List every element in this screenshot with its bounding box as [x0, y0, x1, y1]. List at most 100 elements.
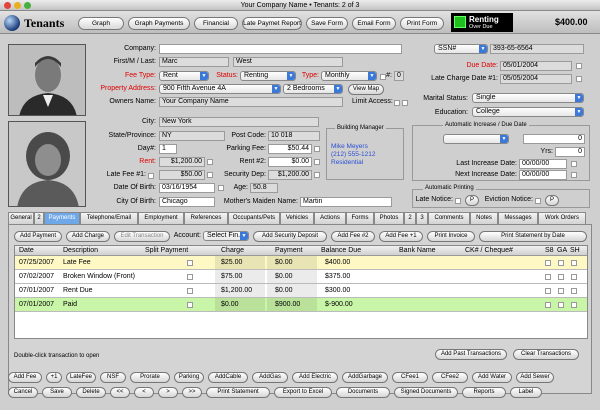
- col-balance-due[interactable]: Balance Due: [321, 247, 361, 254]
- col-cheque[interactable]: CK# / Cheque#: [465, 247, 513, 254]
- city-field[interactable]: New York: [159, 117, 319, 127]
- dob-field[interactable]: 03/16/1954: [159, 183, 215, 193]
- table-row[interactable]: 07/25/2007 Late Fee $25.00 $0.00 $400.00: [15, 256, 587, 270]
- view-map-button[interactable]: View Map: [348, 84, 384, 95]
- limit-access-checkbox[interactable]: [394, 100, 400, 106]
- add-payment-button[interactable]: Add Payment: [14, 231, 62, 242]
- city-of-birth-field[interactable]: Chicago: [159, 197, 215, 207]
- clear-transactions-button[interactable]: Clear Transactions: [513, 349, 579, 360]
- first-name-field[interactable]: Marc: [159, 57, 229, 67]
- rent-checkbox[interactable]: [207, 159, 213, 165]
- tab-forms[interactable]: Forms: [346, 212, 374, 224]
- split-payment-checkbox[interactable]: [187, 288, 193, 294]
- tenant-photo-male[interactable]: [8, 44, 86, 116]
- property-select[interactable]: 900 Fifth Avenue 4A ▼: [159, 84, 281, 94]
- type-select[interactable]: Monthly ▼: [321, 71, 377, 81]
- add-fee2-button[interactable]: Add Fee #2: [331, 231, 375, 242]
- security-dep-checkbox[interactable]: [314, 172, 320, 178]
- split-payment-checkbox[interactable]: [187, 302, 193, 308]
- tenant-photo-female[interactable]: [8, 121, 86, 207]
- tab-photos[interactable]: Photos: [374, 212, 404, 224]
- print-statement-button[interactable]: Print Statement: [206, 387, 270, 398]
- cfee1-button[interactable]: CFee1: [392, 372, 428, 383]
- tab-photos-3[interactable]: 3: [416, 212, 428, 224]
- next-increase-field[interactable]: 00/00/00: [519, 170, 567, 180]
- cancel-button[interactable]: Cancel: [8, 387, 38, 398]
- -button[interactable]: <: [134, 387, 154, 398]
- add-electric-button[interactable]: Add Electric: [292, 372, 338, 383]
- company-field[interactable]: [159, 44, 402, 54]
- export-to-excel-button[interactable]: Export to Excel: [274, 387, 332, 398]
- print-form-button[interactable]: Print Form: [400, 17, 444, 30]
- s8-checkbox[interactable]: [545, 288, 551, 294]
- num-field[interactable]: 0: [394, 71, 404, 81]
- parking-button[interactable]: Parking: [174, 372, 204, 383]
- graph-payments-button[interactable]: Graph Payments: [128, 17, 190, 30]
- table-row[interactable]: 07/01/2007 Paid $0.00 $900.00 $-900.00: [15, 298, 587, 312]
- limit-access-checkbox-2[interactable]: [402, 100, 408, 106]
- late-charge-field[interactable]: 05/05/2004: [500, 74, 572, 84]
- status-select[interactable]: Renting ▼: [240, 71, 296, 81]
- s8-checkbox[interactable]: [545, 302, 551, 308]
- save-form-button[interactable]: Save Form: [306, 17, 348, 30]
- -button[interactable]: <<: [110, 387, 130, 398]
- latefee-button[interactable]: LateFee: [66, 372, 96, 383]
- parking-fee-field[interactable]: $50.44: [268, 144, 312, 154]
- marital-select[interactable]: Single ▼: [472, 93, 584, 103]
- owner-field[interactable]: Your Company Name: [159, 97, 343, 107]
- security-dep-field[interactable]: $1,200.00: [268, 170, 312, 180]
- print-invoice-button[interactable]: Print Invoice: [427, 231, 475, 242]
- add-charge-button[interactable]: Add Charge: [66, 231, 110, 242]
- yrs-field[interactable]: 0: [555, 147, 585, 157]
- label-button[interactable]: Label: [510, 387, 542, 398]
- due-date-checkbox[interactable]: [576, 63, 582, 69]
- financial-button[interactable]: Financial: [194, 17, 238, 30]
- tab-messages[interactable]: Messages: [498, 212, 538, 224]
- table-row[interactable]: 07/01/2007 Rent Due $1,200.00 $0.00 $300.00: [15, 284, 587, 298]
- tab-occupants-pets[interactable]: Occupants/Pets: [228, 212, 280, 224]
- education-select[interactable]: College ▼: [472, 107, 584, 117]
- eviction-notice-print-button[interactable]: P: [545, 195, 559, 206]
- graph-button[interactable]: Graph: [78, 17, 124, 30]
- reports-button[interactable]: Reports: [462, 387, 506, 398]
- addgarbage-button[interactable]: AddGarbage: [342, 372, 388, 383]
- tab-vehicles[interactable]: Vehicles: [280, 212, 314, 224]
- tab-general-2[interactable]: 2: [34, 212, 44, 224]
- parking-fee-checkbox[interactable]: [314, 146, 320, 152]
- ssn-type-select[interactable]: SSN# ▼: [434, 44, 488, 54]
- delete-button[interactable]: Delete: [76, 387, 106, 398]
- add-sewer-button[interactable]: Add Sewer: [516, 372, 554, 383]
- add-security-deposit-button[interactable]: Add Security Deposit: [253, 231, 327, 242]
- late-fee-checkbox-2[interactable]: [207, 172, 213, 178]
- s8-checkbox[interactable]: [545, 260, 551, 266]
- minimize-icon[interactable]: [14, 2, 21, 9]
- add-past-transactions-button[interactable]: Add Past Transactions: [435, 349, 507, 360]
- ssn-field[interactable]: 393-65-6564: [490, 44, 584, 54]
- save-button[interactable]: Save: [42, 387, 72, 398]
- col-payment[interactable]: Payment: [275, 247, 303, 254]
- add-water-button[interactable]: Add Water: [472, 372, 512, 383]
- signed-documents-button[interactable]: Signed Documents: [394, 387, 458, 398]
- rent-field[interactable]: $1,200.00: [159, 157, 205, 167]
- print-statement-by-date-button[interactable]: Print Statement by Date: [479, 231, 587, 242]
- col-split-payment[interactable]: Split Payment: [145, 247, 188, 254]
- ga-checkbox[interactable]: [558, 260, 564, 266]
- auto-increase-select[interactable]: ▼: [443, 134, 509, 144]
- last-name-field[interactable]: West: [233, 57, 343, 67]
- late-payment-report-button[interactable]: Late Paymet Report: [242, 17, 302, 30]
- ga-checkbox[interactable]: [558, 302, 564, 308]
- sh-checkbox[interactable]: [571, 288, 577, 294]
- ga-checkbox[interactable]: [558, 274, 564, 280]
- -button[interactable]: >>: [182, 387, 202, 398]
- sh-checkbox[interactable]: [571, 260, 577, 266]
- ga-checkbox[interactable]: [558, 288, 564, 294]
- col-charge[interactable]: Charge: [221, 247, 244, 254]
- last-increase-checkbox[interactable]: [571, 161, 577, 167]
- fee-type-select[interactable]: Rent ▼: [159, 71, 209, 81]
- col-date[interactable]: Date: [19, 247, 34, 254]
- rent2-checkbox[interactable]: [314, 159, 320, 165]
- due-date-field[interactable]: 05/01/2004: [500, 61, 572, 71]
- tab-references[interactable]: References: [184, 212, 228, 224]
- tab-general[interactable]: General: [8, 212, 34, 224]
- late-notice-print-button[interactable]: P: [465, 195, 479, 206]
